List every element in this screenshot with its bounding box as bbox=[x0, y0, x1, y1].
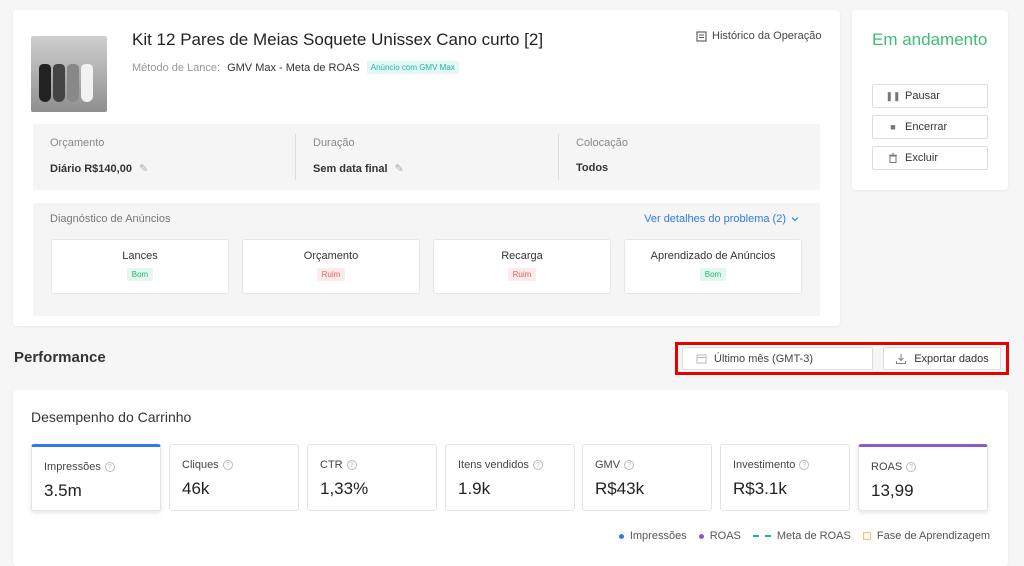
metric-card-roas[interactable]: ROAS? 13,99 bbox=[858, 444, 988, 511]
view-problem-details-label: Ver detalhes do problema (2) bbox=[644, 213, 786, 225]
diagnostics-panel: Diagnóstico de Anúncios Ver detalhes do … bbox=[33, 203, 820, 316]
metric-card-items-sold[interactable]: Itens vendidos? 1.9k bbox=[445, 444, 575, 511]
placement-value: Todos bbox=[576, 162, 609, 174]
diagnostic-status-badge: Ruim bbox=[507, 268, 537, 281]
diagnostic-card-budget: Orçamento Ruim bbox=[242, 239, 420, 294]
product-title: Kit 12 Pares de Meias Soquete Unissex Ca… bbox=[132, 30, 544, 49]
metric-card-ctr[interactable]: CTR? 1,33% bbox=[307, 444, 437, 511]
campaign-status-card: Em andamento ❚❚ Pausar ■ Encerrar Exclui… bbox=[852, 10, 1008, 190]
duration-label: Duração bbox=[313, 137, 355, 149]
metric-card-clicks[interactable]: Cliques? 46k bbox=[169, 444, 299, 511]
bid-method-row: Método de Lance: GMV Max - Meta de ROAS … bbox=[132, 61, 459, 74]
end-button[interactable]: ■ Encerrar bbox=[872, 115, 988, 139]
chevron-down-icon bbox=[791, 217, 799, 222]
end-label: Encerrar bbox=[905, 121, 948, 133]
bid-method-label: Método de Lance: bbox=[132, 61, 221, 74]
budget-label: Orçamento bbox=[50, 137, 105, 149]
placement-label: Colocação bbox=[576, 137, 628, 149]
metric-card-impressions[interactable]: Impressões? 3.5m bbox=[31, 444, 161, 511]
diagnostic-status-badge: Ruim bbox=[316, 268, 346, 281]
help-icon: ? bbox=[346, 460, 357, 470]
metric-value: 13,99 bbox=[871, 481, 914, 500]
metric-label: Impressões? bbox=[44, 461, 115, 473]
gmv-max-badge: Anúncio com GMV Max bbox=[366, 61, 459, 74]
edit-duration-icon[interactable]: ✎ bbox=[395, 162, 404, 175]
history-link-label: Histórico da Operação bbox=[712, 30, 822, 42]
metric-label: Cliques? bbox=[182, 459, 233, 471]
trash-icon bbox=[887, 153, 899, 163]
product-thumbnail bbox=[31, 36, 107, 112]
campaign-info-grid: Orçamento Diário R$140,00 ✎ Duração Sem … bbox=[33, 124, 820, 190]
budget-value-text: Diário R$140,00 bbox=[50, 162, 132, 175]
cart-performance-title: Desempenho do Carrinho bbox=[31, 409, 192, 425]
legend-dash bbox=[752, 535, 771, 537]
metric-label: Investimento? bbox=[733, 459, 810, 471]
view-problem-details-link[interactable]: Ver detalhes do problema (2) bbox=[644, 213, 800, 225]
metric-card-investment[interactable]: Investimento? R$3.1k bbox=[720, 444, 850, 511]
history-link[interactable]: Histórico da Operação bbox=[696, 30, 821, 42]
legend-dot bbox=[698, 533, 704, 539]
metric-label: ROAS? bbox=[871, 461, 917, 473]
performance-title: Performance bbox=[14, 349, 106, 366]
metric-label: CTR? bbox=[320, 459, 357, 471]
metric-value: R$3.1k bbox=[733, 479, 787, 498]
help-icon: ? bbox=[799, 460, 810, 470]
diagnostic-name: Aprendizado de Anúncios bbox=[650, 250, 776, 262]
diagnostics-title: Diagnóstico de Anúncios bbox=[50, 213, 171, 225]
help-icon: ? bbox=[906, 462, 917, 472]
metric-label: GMV? bbox=[595, 459, 635, 471]
campaign-status: Em andamento bbox=[872, 30, 988, 49]
diagnostic-status-badge: Bom bbox=[699, 268, 727, 281]
duration-value-text: Sem data final bbox=[313, 162, 388, 175]
diagnostic-status-badge: Bom bbox=[126, 268, 154, 281]
metric-value: 1.9k bbox=[458, 479, 491, 498]
stop-icon: ■ bbox=[890, 122, 896, 132]
diagnostic-card-recharge: Recarga Ruim bbox=[433, 239, 611, 294]
metric-label: Itens vendidos? bbox=[458, 459, 543, 471]
chart-legend: Impressões ROAS Meta de ROAS Fase de Apr… bbox=[607, 530, 990, 542]
legend-square bbox=[862, 532, 871, 540]
pause-icon: ❚❚ bbox=[885, 90, 901, 101]
pause-label: Pausar bbox=[905, 90, 940, 102]
edit-budget-icon[interactable]: ✎ bbox=[139, 162, 148, 175]
help-icon: ? bbox=[104, 462, 115, 472]
budget-value: Diário R$140,00 ✎ bbox=[50, 162, 148, 176]
duration-cell: Duração Sem data final ✎ bbox=[296, 124, 558, 190]
metric-value: 1,33% bbox=[320, 479, 369, 498]
delete-button[interactable]: Excluir bbox=[872, 146, 988, 170]
diagnostic-name: Orçamento bbox=[303, 250, 359, 262]
metric-value: 3.5m bbox=[44, 481, 82, 500]
campaign-card: Kit 12 Pares de Meias Soquete Unissex Ca… bbox=[13, 10, 840, 326]
cart-performance-card: Desempenho do Carrinho Impressões? 3.5m … bbox=[13, 390, 1008, 566]
delete-label: Excluir bbox=[905, 152, 939, 164]
bid-method-value: GMV Max - Meta de ROAS bbox=[227, 61, 360, 74]
legend-item-roas-target[interactable]: Meta de ROAS bbox=[752, 530, 851, 542]
placement-cell: Colocação Todos bbox=[559, 124, 820, 190]
highlight-annotation bbox=[675, 342, 1009, 375]
diagnostic-card-bids: Lances Bom bbox=[51, 239, 229, 294]
metric-value: 46k bbox=[182, 479, 210, 498]
metric-card-gmv[interactable]: GMV? R$43k bbox=[582, 444, 712, 511]
legend-dot bbox=[618, 533, 624, 539]
diagnostic-name: Recarga bbox=[501, 250, 543, 262]
duration-value: Sem data final ✎ bbox=[313, 162, 404, 176]
help-icon: ? bbox=[222, 460, 233, 470]
diagnostic-name: Lances bbox=[122, 250, 158, 262]
legend-item-impressions[interactable]: Impressões bbox=[618, 530, 687, 542]
diagnostic-card-ad-learning: Aprendizado de Anúncios Bom bbox=[624, 239, 802, 294]
legend-item-learning-phase[interactable]: Fase de Aprendizagem bbox=[862, 530, 990, 542]
metric-value: R$43k bbox=[595, 479, 645, 498]
budget-cell: Orçamento Diário R$140,00 ✎ bbox=[33, 124, 295, 190]
help-icon: ? bbox=[624, 460, 635, 470]
legend-item-roas[interactable]: ROAS bbox=[698, 530, 741, 542]
history-icon bbox=[696, 30, 707, 42]
help-icon: ? bbox=[532, 460, 543, 470]
pause-button[interactable]: ❚❚ Pausar bbox=[872, 84, 988, 108]
